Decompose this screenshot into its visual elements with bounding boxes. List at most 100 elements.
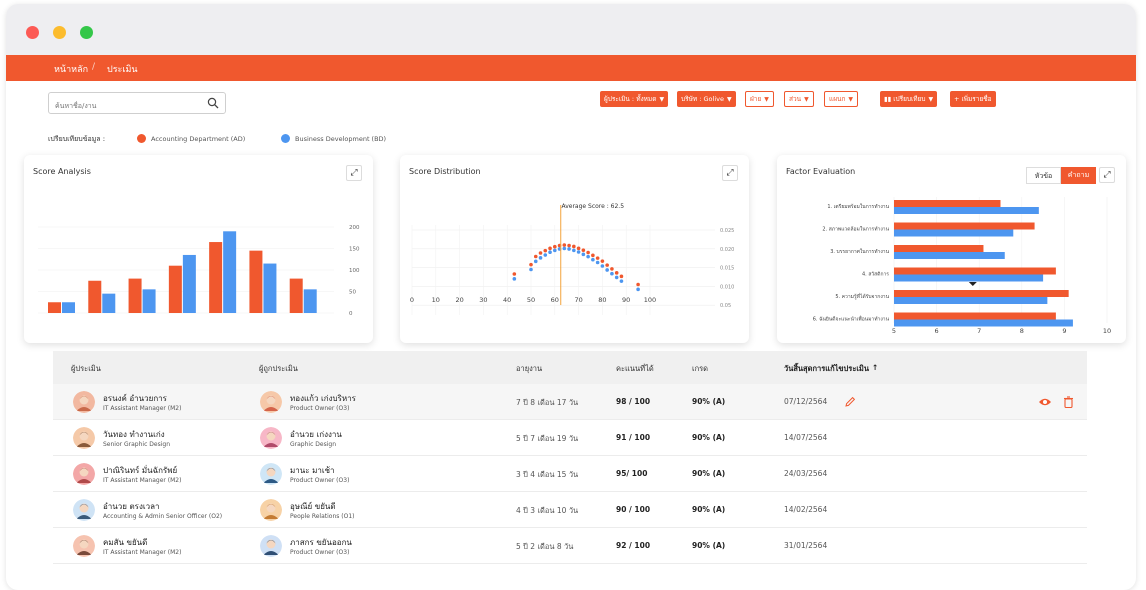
avatar xyxy=(260,391,282,413)
y-tick-label: 0.020 xyxy=(720,247,734,253)
table-row[interactable]: คมสัน ขยันดี IT Assistant Manager (M2) ภ… xyxy=(53,528,1087,564)
header-evaluatee[interactable]: ผู้ถูกประเมิน xyxy=(259,363,298,375)
x-tick-label: 90 xyxy=(622,296,630,304)
score-cell: 91 / 100 xyxy=(616,433,651,442)
bar xyxy=(894,222,1035,230)
bar xyxy=(62,302,75,313)
data-point xyxy=(553,248,557,253)
table-row[interactable]: ปาณิรินทร์ มั่นฉักรัพย์ IT Assistant Man… xyxy=(53,456,1087,492)
due-date-cell: 07/12/2564 xyxy=(784,397,828,406)
chart-icon: ▮▮ xyxy=(884,95,894,103)
x-tick-label: 80 xyxy=(598,296,606,304)
filter-division[interactable]: ฝ่าย ▼ xyxy=(745,91,774,107)
bar xyxy=(168,265,182,313)
search-input[interactable] xyxy=(55,96,205,116)
evaluator-name: วันทอง ทำงานเก่ง xyxy=(103,430,165,439)
search-icon[interactable] xyxy=(207,97,219,109)
header-evaluator[interactable]: ผู้ประเมิน xyxy=(71,363,101,375)
sort-arrow-icon[interactable]: ↑ xyxy=(872,363,878,372)
delete-icon[interactable] xyxy=(1063,396,1074,408)
filter-evaluator[interactable]: ผู้ประเมิน : ทั้งหมด ▼ xyxy=(600,91,669,107)
avatar xyxy=(73,391,95,413)
plus-icon: + xyxy=(954,95,962,103)
score-distribution-chart: 0.025 0.020 0.015 0.010 0.05 0 10 20 30 40 50 60 70 8… xyxy=(410,203,734,315)
factor-evaluation-card: Factor Evaluation หัวข้อ คำถาม ⤢ 5 6 7 8 9 10… xyxy=(777,155,1126,343)
data-point xyxy=(586,250,590,255)
bar xyxy=(88,280,102,313)
category-label: 1. เตรียมพร้อมในการทำงาน xyxy=(827,203,889,210)
data-point xyxy=(576,246,581,251)
x-tick-label: 20 xyxy=(455,296,463,304)
chevron-down-icon: ▼ xyxy=(726,96,732,103)
bar xyxy=(209,242,223,313)
table-row[interactable]: อรนงค์ อำนวยการ IT Assistant Manager (M2… xyxy=(53,384,1087,420)
breadcrumb-home[interactable]: หน้าหลัก xyxy=(54,62,88,76)
evaluator-name: ปาณิรินทร์ มั่นฉักรัพย์ xyxy=(103,466,178,475)
data-point xyxy=(614,271,619,275)
data-point xyxy=(581,252,586,257)
filter-section[interactable]: ส่วน ▼ xyxy=(784,91,814,107)
data-point xyxy=(538,251,543,255)
bar xyxy=(223,231,237,313)
data-point xyxy=(562,243,567,247)
search-box[interactable] xyxy=(48,92,226,116)
add-name-button[interactable]: + เพิ่มรายชื่อ xyxy=(950,91,996,107)
table-row[interactable]: อำนวย ตรงเวลา Accounting & Admin Senior … xyxy=(53,492,1087,528)
bar xyxy=(894,319,1073,327)
filter-department-label: แผนก xyxy=(829,95,846,103)
due-date-cell: 24/03/2564 xyxy=(784,469,828,478)
chevron-down-icon: ▼ xyxy=(928,96,934,103)
avatar xyxy=(260,535,282,557)
x-tick-label: 8 xyxy=(1020,327,1024,335)
evaluator-role: IT Assistant Manager (M2) xyxy=(103,549,182,556)
evaluator-role: IT Assistant Manager (M2) xyxy=(103,477,182,484)
data-point xyxy=(548,250,552,255)
grade-cell: 90% (A) xyxy=(692,433,726,442)
filter-company-label: บริษัท : Golive xyxy=(681,95,724,103)
filter-department[interactable]: แผนก ▼ xyxy=(824,91,859,107)
minimize-window-button[interactable] xyxy=(53,26,66,39)
due-date-cell: 14/07/2564 xyxy=(784,433,828,442)
breadcrumb: หน้าหลัก / ประเมิน xyxy=(6,55,1136,81)
header-tenure[interactable]: อายุงาน xyxy=(516,363,542,375)
edit-icon[interactable] xyxy=(844,396,856,408)
x-tick-label: 5 xyxy=(892,327,896,335)
header-score[interactable]: คะแนนที่ได้ xyxy=(616,363,654,375)
title-bar xyxy=(6,4,1136,55)
close-window-button[interactable] xyxy=(26,26,39,39)
data-point xyxy=(567,247,571,251)
data-point xyxy=(595,260,600,265)
filter-company[interactable]: บริษัท : Golive ▼ xyxy=(677,91,736,107)
bar xyxy=(48,302,61,313)
breadcrumb-current[interactable]: ประเมิน xyxy=(107,62,138,76)
data-point xyxy=(529,267,533,272)
filter-division-label: ฝ่าย xyxy=(750,95,762,103)
category-label: 6. ฉันยินดีจะแนะนำเพื่อนมาทำงาน xyxy=(813,316,890,323)
evaluator-role: IT Assistant Manager (M2) xyxy=(103,405,182,412)
y-tick-label: 50 xyxy=(349,290,356,296)
evaluatee-name: ภาสกร ขยันออกน xyxy=(290,538,352,547)
grade-cell: 90% (A) xyxy=(692,397,726,406)
score-cell: 90 / 100 xyxy=(616,505,651,514)
score-cell: 95/ 100 xyxy=(616,469,648,478)
tenure-cell: 5 ปี 2 เดือน 8 วัน xyxy=(516,542,574,551)
tenure-cell: 4 ปี 3 เดือน 10 วัน xyxy=(516,506,579,515)
bar xyxy=(894,267,1056,275)
data-point xyxy=(610,271,614,276)
table-row[interactable]: วันทอง ทำงานเก่ง Senior Graphic Design อ… xyxy=(53,420,1087,456)
x-tick-label: 10 xyxy=(432,296,440,304)
score-distribution-card: Score Distribution ⤢ 0.025 0.020 0.015 0.01… xyxy=(400,155,749,343)
maximize-window-button[interactable] xyxy=(80,26,93,39)
header-due-date[interactable]: วันสิ้นสุดการแก้ไขประเมิน xyxy=(784,363,869,375)
x-tick-label: 7 xyxy=(977,327,981,335)
chevron-down-icon: ▼ xyxy=(659,96,665,103)
data-point xyxy=(567,243,571,248)
compare-button[interactable]: ▮▮ เปรียบเทียบ ▼ xyxy=(880,91,938,107)
y-tick-label: 100 xyxy=(349,268,360,274)
view-icon[interactable] xyxy=(1038,397,1052,407)
chevron-down-icon: ▼ xyxy=(764,96,769,103)
legend-marker-bd xyxy=(281,134,290,143)
category-label: 4. สวัสดิการ xyxy=(862,271,889,278)
header-grade[interactable]: เกรด xyxy=(692,363,708,375)
data-point xyxy=(572,244,576,249)
